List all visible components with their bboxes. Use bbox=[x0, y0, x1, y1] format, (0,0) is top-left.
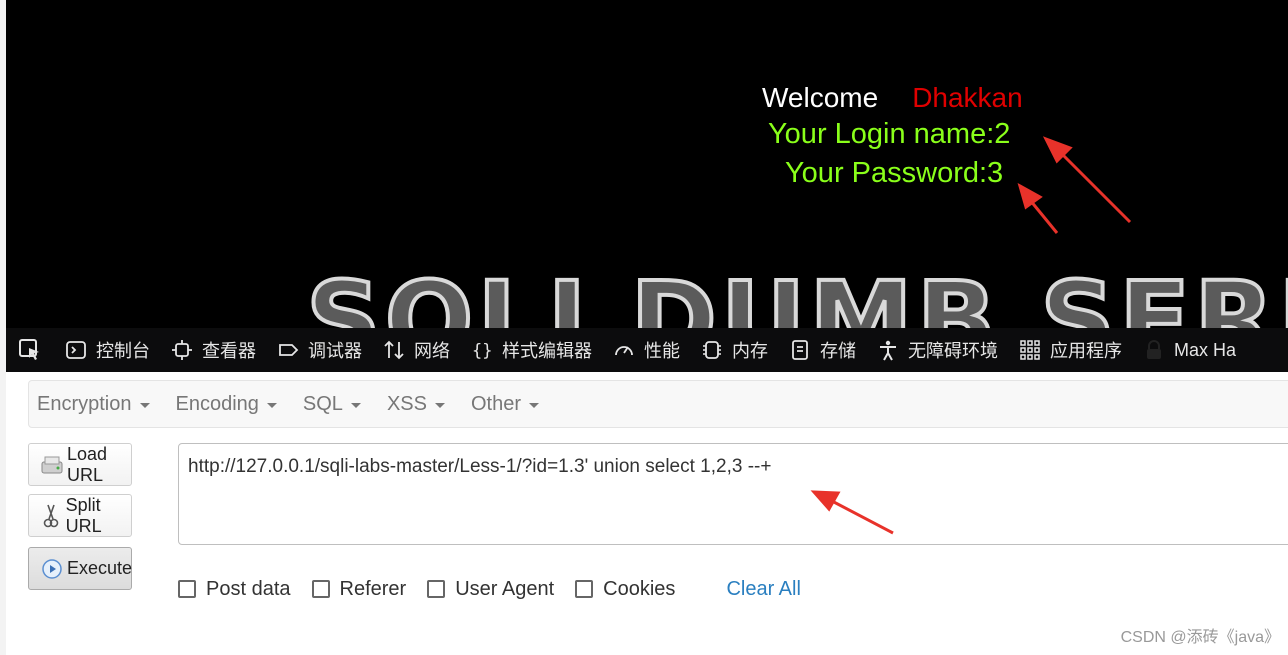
devtools-tab-application[interactable]: 应用程序 bbox=[1008, 328, 1132, 372]
devtools-tab-style-editor[interactable]: {} 样式编辑器 bbox=[460, 328, 602, 372]
clear-all-link[interactable]: Clear All bbox=[726, 578, 800, 601]
devtools-tab-inspector[interactable]: 查看器 bbox=[160, 328, 266, 372]
devtools-tab-label: 内存 bbox=[732, 341, 768, 361]
menu-sql[interactable]: SQL bbox=[295, 393, 371, 416]
svg-text:{}: {} bbox=[472, 341, 492, 361]
menu-other[interactable]: Other bbox=[463, 393, 549, 416]
option-user-agent[interactable]: User Agent bbox=[427, 578, 554, 601]
application-icon bbox=[1018, 338, 1042, 362]
devtools-tab-storage[interactable]: 存储 bbox=[778, 328, 866, 372]
devtools-tab-label: 调试器 bbox=[308, 341, 362, 361]
devtools-tab-label: 样式编辑器 bbox=[502, 341, 592, 361]
menu-label: Other bbox=[470, 392, 521, 415]
web-page: Welcome Dhakkan Your Login name:2 Your Pa… bbox=[6, 0, 1288, 328]
load-url-button[interactable]: Load URL bbox=[28, 443, 132, 486]
menu-label: SQL bbox=[302, 392, 343, 415]
hackbar-menu-bar: Encryption Encoding SQL XSS Other bbox=[28, 380, 1288, 428]
split-url-label: Split URL bbox=[65, 494, 102, 536]
menu-xss[interactable]: XSS bbox=[379, 393, 455, 416]
checkbox[interactable] bbox=[178, 580, 196, 598]
welcome-text: Welcome bbox=[762, 82, 879, 113]
devtools-tab-label: 应用程序 bbox=[1050, 341, 1122, 361]
devtools-tab-label: 网络 bbox=[414, 341, 450, 361]
execute-label: Execute bbox=[67, 558, 133, 578]
devtools-tab-label: 无障碍环境 bbox=[908, 341, 998, 361]
login-name-result: Your Login name:2 bbox=[768, 118, 1011, 150]
hackbar-panel: Encryption Encoding SQL XSS Other Load URL S… bbox=[6, 372, 1288, 655]
load-url-icon bbox=[41, 453, 63, 477]
devtools-tab-label: 控制台 bbox=[96, 341, 150, 361]
caret-down-icon bbox=[529, 402, 539, 408]
style-editor-icon: {} bbox=[470, 338, 494, 362]
devtools-tab-memory[interactable]: 内存 bbox=[690, 328, 778, 372]
load-url-label: Load URL bbox=[67, 443, 108, 485]
execute-icon bbox=[41, 557, 63, 581]
option-label: Cookies bbox=[603, 577, 676, 600]
menu-label: Encoding bbox=[175, 392, 259, 415]
menu-encryption[interactable]: Encryption bbox=[29, 393, 160, 416]
option-referer[interactable]: Referer bbox=[311, 577, 407, 601]
performance-icon bbox=[612, 338, 636, 362]
welcome-line: Welcome Dhakkan bbox=[762, 82, 1023, 114]
option-label: Referer bbox=[339, 577, 407, 600]
devtools-tab-network[interactable]: 网络 bbox=[372, 328, 460, 372]
menu-label: XSS bbox=[386, 392, 427, 415]
option-label: Post data bbox=[206, 577, 291, 600]
debugger-icon bbox=[276, 338, 300, 362]
option-cookies[interactable]: Cookies bbox=[575, 578, 675, 601]
devtools-tab-performance[interactable]: 性能 bbox=[602, 328, 690, 372]
devtools-toolbar: 控制台 查看器 调试器 网络 {} 样式编辑器 性能 内存 存储 无障碍环境 应用程序 Max Ha bbox=[6, 328, 1288, 372]
scissors-icon bbox=[41, 504, 62, 528]
devtools-tab-label: 性能 bbox=[644, 341, 680, 361]
password-result: Your Password:3 bbox=[785, 157, 1004, 189]
devtools-tab-label: Max Ha bbox=[1174, 339, 1237, 360]
devtools-tab-label: 查看器 bbox=[202, 341, 256, 361]
menu-encoding[interactable]: Encoding bbox=[168, 393, 287, 416]
user-name: Dhakkan bbox=[912, 82, 1023, 113]
request-options: Post data Referer User Agent Cookies Clear A… bbox=[178, 575, 801, 603]
devtools-tab-console[interactable]: 控制台 bbox=[54, 328, 160, 372]
caret-down-icon bbox=[266, 402, 277, 408]
checkbox[interactable] bbox=[427, 580, 446, 598]
execute-button[interactable]: Execute bbox=[28, 547, 132, 590]
option-post-data[interactable]: Post data bbox=[178, 578, 291, 601]
console-icon bbox=[64, 338, 88, 362]
sqli-banner: SQLI DUMB SERIES bbox=[304, 259, 1288, 328]
devtools-tab-debugger[interactable]: 调试器 bbox=[266, 328, 372, 372]
devtools-tab-hackbar[interactable]: Max Ha bbox=[1132, 328, 1246, 372]
checkbox[interactable] bbox=[311, 580, 330, 598]
network-icon bbox=[382, 338, 406, 362]
inspector-icon bbox=[170, 338, 194, 362]
accessibility-icon bbox=[876, 338, 900, 362]
devtools-tab-label: 存储 bbox=[820, 341, 856, 361]
caret-down-icon bbox=[139, 402, 150, 408]
watermark: CSDN @添砖《java》 bbox=[1120, 629, 1280, 646]
memory-icon bbox=[700, 338, 724, 362]
split-url-button[interactable]: Split URL bbox=[28, 494, 132, 537]
checkbox[interactable] bbox=[575, 580, 594, 598]
option-label: User Agent bbox=[455, 577, 555, 600]
devtools-tab-accessibility[interactable]: 无障碍环境 bbox=[866, 328, 1008, 372]
hackbar-icon bbox=[1142, 338, 1166, 362]
url-textarea[interactable]: http://127.0.0.1/sqli-labs-master/Less-1… bbox=[178, 443, 1288, 545]
storage-icon bbox=[788, 338, 812, 362]
menu-label: Encryption bbox=[37, 392, 132, 415]
caret-down-icon bbox=[350, 402, 361, 408]
caret-down-icon bbox=[434, 402, 445, 408]
element-picker-icon[interactable] bbox=[16, 336, 44, 364]
